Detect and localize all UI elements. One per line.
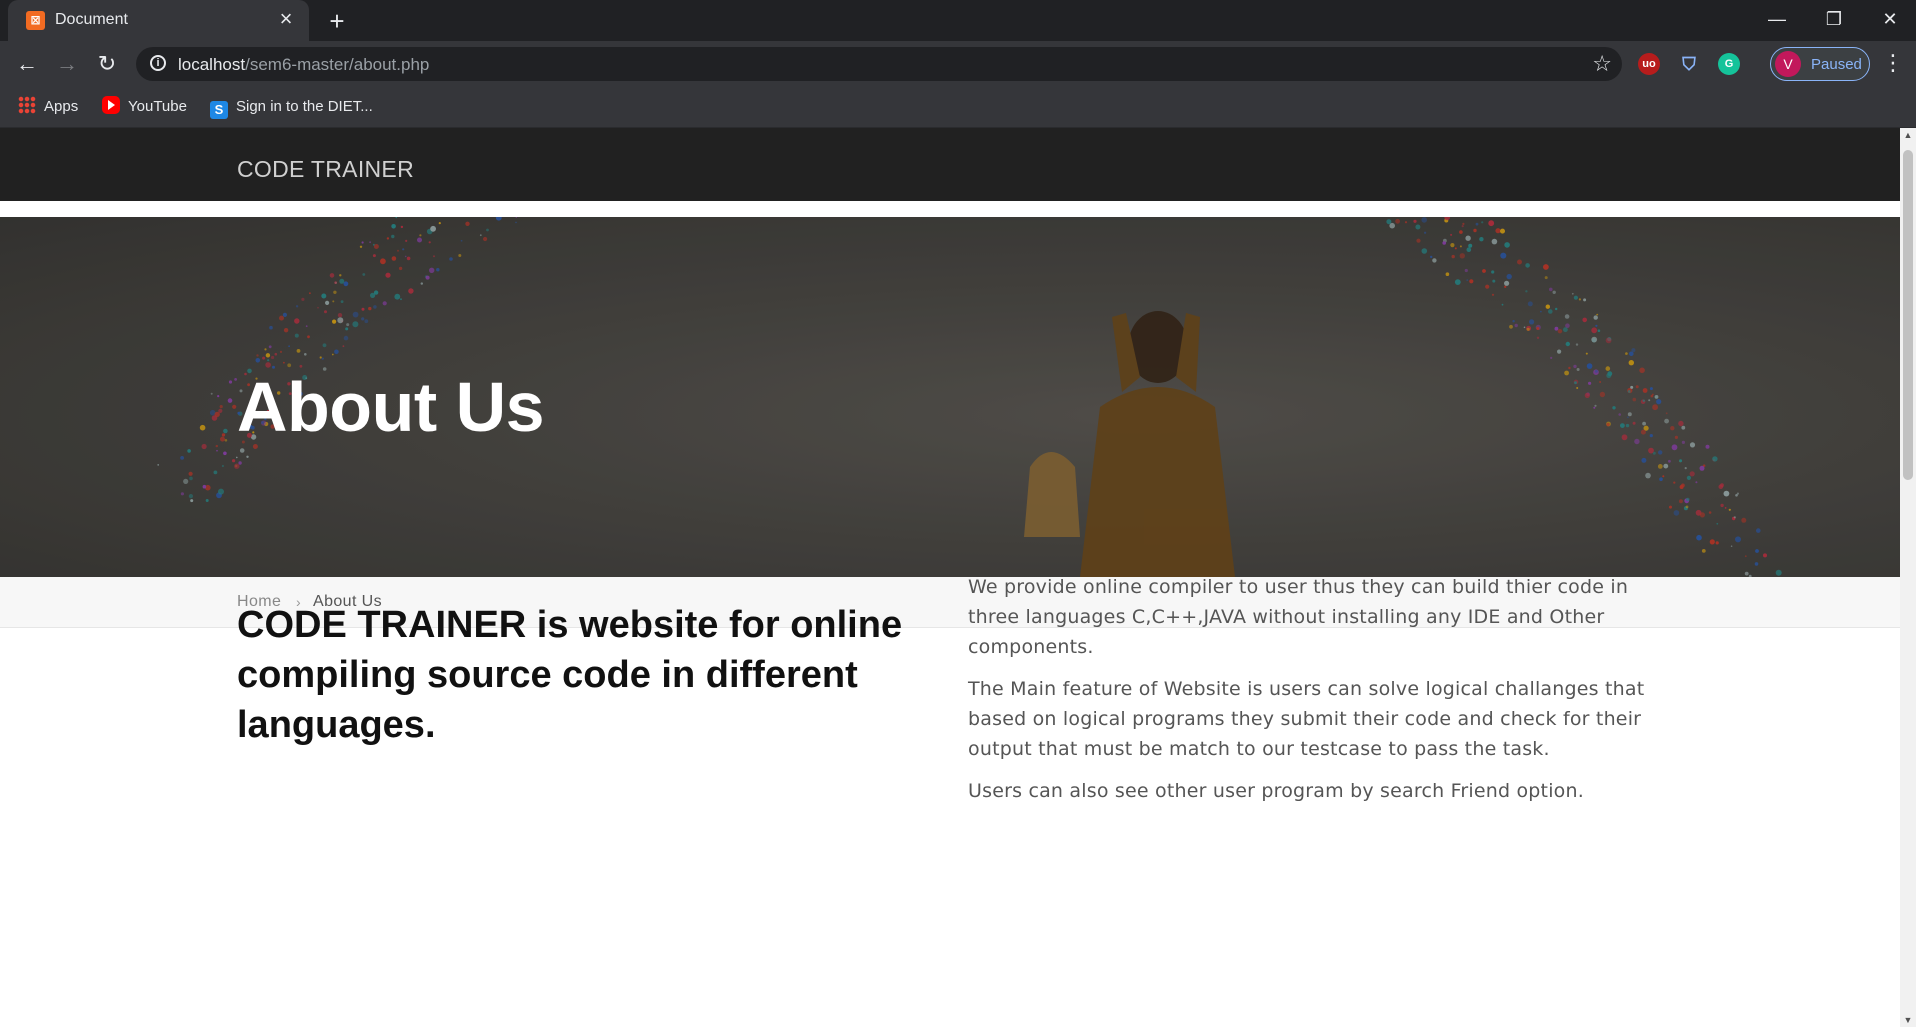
bookmark-label: YouTube (128, 98, 187, 115)
grammarly-extension-icon[interactable]: G (1718, 53, 1740, 75)
scrollbar-thumb[interactable] (1903, 150, 1913, 480)
url-host: localhost (178, 55, 246, 74)
profile-status: Paused (1811, 56, 1862, 73)
address-bar[interactable]: i localhost/sem6-master/about.php ☆ (136, 47, 1622, 81)
avatar: V (1775, 51, 1801, 77)
bookmark-apps[interactable]: Apps (18, 95, 78, 119)
xampp-favicon-icon: ⊠ (26, 11, 45, 30)
about-lead-heading: CODE TRAINER is website for online compi… (237, 604, 903, 746)
scroll-down-arrow-icon[interactable]: ▼ (1900, 1013, 1916, 1027)
forward-button[interactable]: → (52, 49, 82, 79)
youtube-icon (102, 96, 120, 114)
page-scrollbar[interactable]: ▲ ▼ (1900, 128, 1916, 1027)
bookmark-star-icon[interactable]: ☆ (1592, 51, 1612, 77)
bookmark-diet[interactable]: S Sign in to the DIET... (210, 95, 373, 119)
url-text[interactable]: localhost/sem6-master/about.php (178, 55, 429, 75)
about-paragraph: The Main feature of Website is users can… (968, 678, 1645, 760)
hero-banner: About Us (0, 217, 1900, 577)
new-tab-button[interactable]: + (322, 6, 352, 36)
back-button[interactable]: ← (12, 49, 42, 79)
shield-extension-icon[interactable]: ⛉ (1678, 53, 1700, 75)
bookmark-label: Sign in to the DIET... (236, 98, 373, 115)
minimize-window-button[interactable]: — (1749, 0, 1805, 41)
browser-tab-strip: ⊠ Document × + — ❐ ✕ (0, 0, 1916, 41)
tab-title: Document (55, 11, 128, 28)
scroll-up-arrow-icon[interactable]: ▲ (1900, 128, 1916, 142)
url-path: /sem6-master/about.php (245, 55, 430, 74)
close-window-button[interactable]: ✕ (1862, 0, 1916, 41)
close-tab-icon[interactable]: × (275, 8, 297, 30)
apps-grid-icon (18, 96, 36, 114)
reload-button[interactable]: ↻ (92, 49, 122, 79)
about-paragraph: Users can also see other user program by… (968, 780, 1584, 802)
profile-button[interactable]: V Paused (1770, 47, 1870, 81)
s-logo-icon: S (210, 101, 228, 119)
bookmarks-bar: Apps YouTube S Sign in to the DIET... (0, 87, 1916, 128)
about-paragraph: We provide online compiler to user thus … (968, 576, 1629, 658)
ublock-extension-icon[interactable]: uo (1638, 53, 1660, 75)
browser-menu-icon[interactable]: ⋮ (1882, 51, 1904, 75)
site-info-icon[interactable]: i (150, 55, 166, 71)
about-description: We provide online compiler to user thus … (968, 572, 1668, 818)
bookmark-label: Apps (44, 98, 79, 115)
bookmark-youtube[interactable]: YouTube (102, 95, 187, 119)
site-brand-link[interactable]: CODE TRAINER (237, 156, 414, 183)
browser-tab[interactable]: ⊠ Document × (8, 0, 309, 41)
restore-window-button[interactable]: ❐ (1806, 0, 1862, 41)
page-title: About Us (237, 368, 545, 446)
site-navbar: CODE TRAINER (0, 128, 1900, 201)
browser-toolbar: ← → ↻ i localhost/sem6-master/about.php … (0, 41, 1916, 87)
